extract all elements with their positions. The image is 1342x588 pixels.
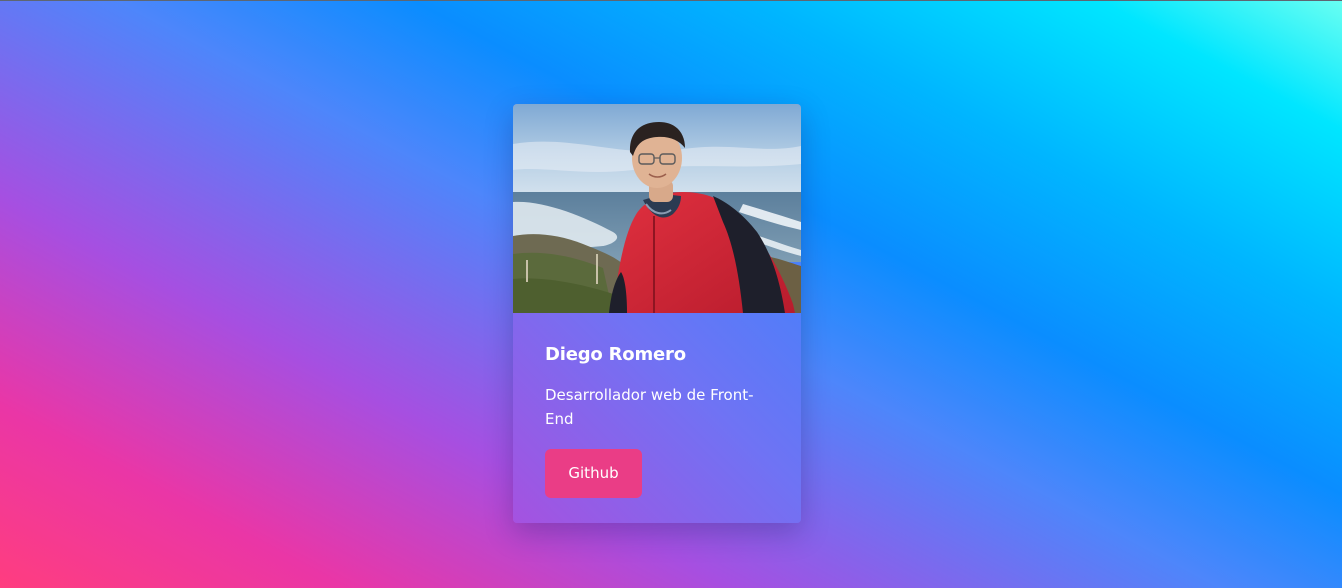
profile-role: Desarrollador web de Front-End: [545, 386, 754, 428]
profile-card: Diego Romero Desarrollador web de Front-…: [513, 104, 801, 523]
profile-name: Diego Romero: [545, 344, 686, 365]
github-button[interactable]: Github: [545, 449, 642, 498]
top-border: [0, 0, 1342, 1]
card-body: Diego Romero Desarrollador web de Front-…: [513, 313, 801, 498]
profile-photo: [513, 104, 801, 313]
